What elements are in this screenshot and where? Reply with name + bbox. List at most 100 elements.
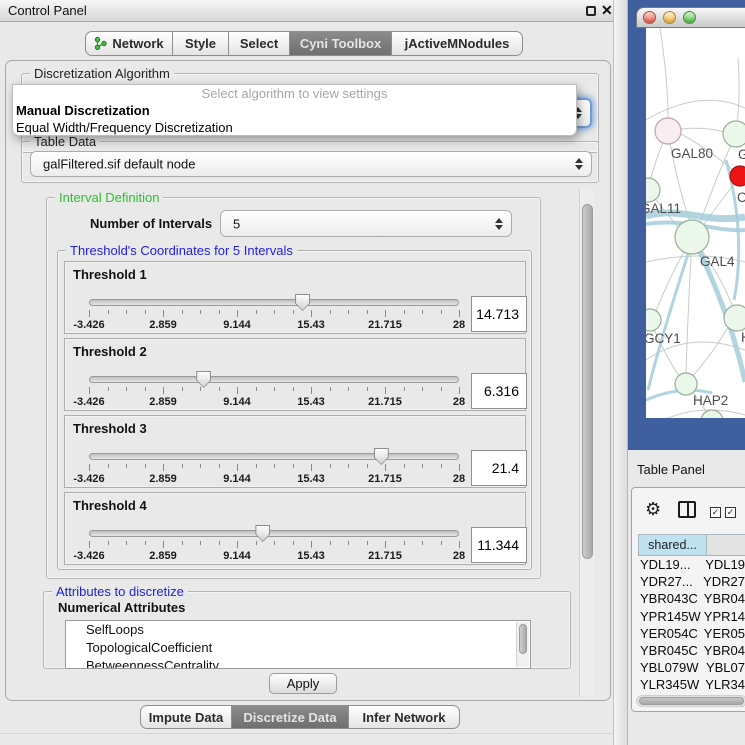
table-hscrollbar-thumb[interactable] (639, 697, 744, 705)
slider-tick (459, 387, 460, 394)
slider-tick-label: 9.144 (223, 319, 251, 331)
slider-thumb[interactable] (295, 294, 310, 311)
slider-tick (256, 387, 257, 391)
slider-tick (385, 387, 386, 394)
slider-tick (145, 387, 146, 391)
threshold-slider: -3.4262.8599.14415.4321.71528 (89, 373, 459, 411)
slider-track[interactable] (89, 530, 459, 537)
slider-tick (108, 541, 109, 545)
table-header: shared... n (632, 534, 745, 556)
list-item[interactable]: BetweennessCentrality (66, 657, 530, 669)
slider-thumb[interactable] (196, 371, 211, 388)
slider-thumb[interactable] (255, 525, 270, 542)
tab-style[interactable]: Style (172, 31, 229, 56)
network-node[interactable] (675, 373, 697, 395)
tab-impute-data[interactable]: Impute Data (140, 705, 232, 729)
gear-icon[interactable]: ⚙ (645, 500, 661, 518)
slider-tick (311, 464, 312, 471)
network-canvas[interactable]: GAL80GACGAL11GAL4HGCY1HAP2 (646, 28, 745, 418)
application-window: Control Panel ✕ Network Style Select Cyn… (0, 0, 745, 745)
content-scrollbar-thumb[interactable] (582, 204, 593, 559)
slider-tick (404, 541, 405, 545)
checkbox-icon[interactable]: ✓ (725, 507, 736, 518)
slider-tick-label: 28 (453, 319, 465, 331)
slider-tick (385, 541, 386, 548)
list-item[interactable]: TopologicalCoefficient (66, 639, 530, 657)
table-panel-body: ⚙ ✓ ✓ shared... n YDL19...YDL19YDR27...Y… (631, 487, 745, 712)
tab-jactivemnodules[interactable]: jActiveMNodules (391, 31, 523, 56)
window-minimize-icon[interactable] (663, 11, 676, 24)
list-scrollbar[interactable] (516, 622, 529, 667)
table-row[interactable]: YBR043CYBR04 (638, 591, 745, 608)
network-node[interactable] (675, 220, 709, 254)
float-panel-icon[interactable] (586, 6, 596, 16)
threshold-value-field[interactable]: 11.344 (471, 527, 527, 563)
slider-tick (348, 387, 349, 391)
threshold-slider: -3.4262.8599.14415.4321.71528 (89, 296, 459, 334)
slider-tick (219, 387, 220, 391)
tab-discretize-data[interactable]: Discretize Data (231, 705, 349, 729)
tab-network[interactable]: Network (85, 31, 173, 56)
table-row[interactable]: YDL19...YDL19 (638, 557, 745, 574)
network-node[interactable] (646, 178, 660, 202)
panel-splitter[interactable] (613, 0, 628, 745)
threshold-value-field[interactable]: 14.713 (471, 296, 527, 332)
slider-tick (441, 310, 442, 314)
column-header-name[interactable]: n (707, 534, 745, 556)
table-row[interactable]: YLR345WYLR34 (638, 677, 745, 694)
slider-tick (182, 387, 183, 391)
slider-track[interactable] (89, 376, 459, 383)
cell-shared-name: YLR345W (638, 677, 705, 694)
network-window-titlebar[interactable] (636, 7, 745, 28)
list-scrollbar-thumb[interactable] (519, 624, 527, 654)
slider-tick (441, 387, 442, 391)
checkbox-icon[interactable]: ✓ (710, 507, 721, 518)
network-node[interactable] (724, 305, 745, 331)
tab-infer-network[interactable]: Infer Network (348, 705, 460, 729)
table-hscrollbar[interactable] (636, 695, 745, 707)
network-node[interactable] (701, 410, 723, 418)
network-node[interactable] (646, 309, 661, 331)
threshold-value-field[interactable]: 21.4 (471, 450, 527, 486)
tab-cyni-toolbox[interactable]: Cyni Toolbox (289, 31, 392, 56)
attributes-group-title: Attributes to discretize (52, 584, 188, 599)
close-panel-icon[interactable]: ✕ (601, 2, 613, 19)
slider-track[interactable] (89, 453, 459, 460)
dropdown-option[interactable]: Manual Discretization (13, 102, 576, 119)
table-data-combobox[interactable]: galFiltered.sif default node (30, 151, 592, 177)
slider-tick (367, 464, 368, 468)
table-row[interactable]: YER054CYER05 (638, 626, 745, 643)
network-node[interactable] (655, 118, 681, 144)
apply-button[interactable]: Apply (269, 673, 337, 694)
slider-tick-label: 28 (453, 550, 465, 562)
cyni-bottom-tabs: Impute Data Discretize Data Infer Networ… (140, 705, 460, 729)
table-row[interactable]: YPR145WYPR14 (638, 609, 745, 626)
content-scrollbar[interactable] (579, 189, 595, 697)
cell-shared-name: YBR045C (638, 643, 704, 660)
table-row[interactable]: YBL079WYBL07 (638, 660, 745, 677)
slider-tick (330, 541, 331, 545)
threshold-value-field[interactable]: 6.316 (471, 373, 527, 409)
slider-thumb[interactable] (374, 448, 389, 465)
dropdown-option[interactable]: Equal Width/Frequency Discretization (13, 119, 576, 136)
column-header-shared-name[interactable]: shared... (638, 534, 707, 556)
list-item[interactable]: SelfLoops (66, 621, 530, 639)
window-zoom-icon[interactable] (683, 11, 696, 24)
network-node[interactable] (730, 166, 745, 186)
slider-tick-label: 9.144 (223, 550, 251, 562)
network-node[interactable] (723, 121, 745, 147)
slider-tick (459, 541, 460, 548)
number-of-intervals-combobox[interactable]: 5 (220, 210, 512, 237)
tab-select[interactable]: Select (228, 31, 290, 56)
threshold-slider: -3.4262.8599.14415.4321.71528 (89, 527, 459, 565)
slider-tick (108, 310, 109, 314)
cell-name: YBL07 (706, 660, 745, 677)
slider-tick (330, 310, 331, 314)
threshold-box: Threshold 4-3.4262.8599.14415.4321.71528… (64, 492, 526, 565)
table-row[interactable]: YBR045CYBR04 (638, 643, 745, 660)
slider-track[interactable] (89, 299, 459, 306)
number-of-intervals-label: Number of Intervals (90, 216, 212, 231)
table-row[interactable]: YDR27...YDR27 (638, 574, 745, 591)
columns-icon[interactable] (678, 501, 696, 518)
window-close-icon[interactable] (643, 11, 656, 24)
